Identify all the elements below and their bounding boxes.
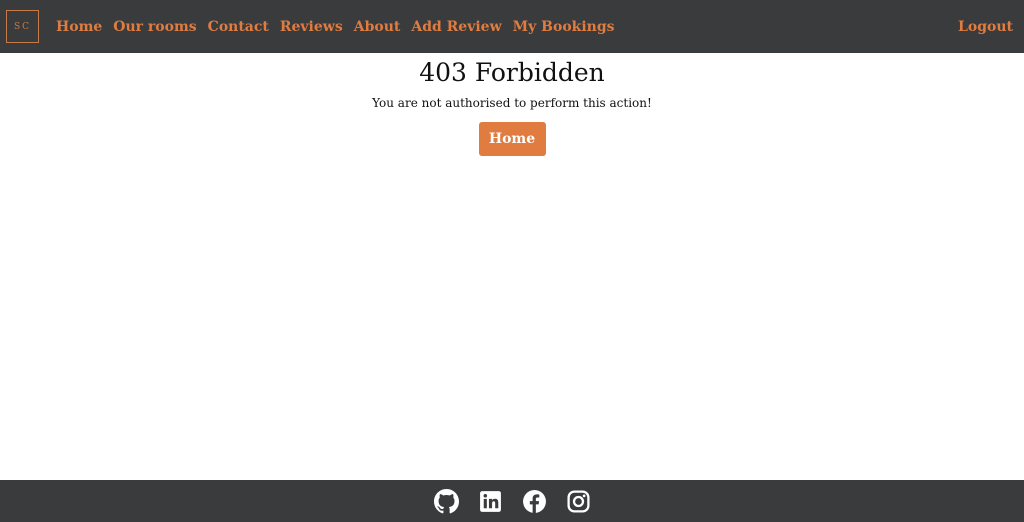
instagram-icon[interactable] (566, 489, 591, 514)
main-content: 403 Forbidden You are not authorised to … (0, 53, 1024, 156)
logo-text: SC (13, 21, 32, 32)
nav-links: Home Our rooms Contact Reviews About Add… (56, 0, 626, 53)
logout-link[interactable]: Logout (958, 0, 1013, 53)
nav-link-home[interactable]: Home (56, 19, 102, 35)
nav-link-contact[interactable]: Contact (208, 19, 269, 35)
page-title: 403 Forbidden (419, 58, 605, 87)
site-logo[interactable]: SC (6, 10, 39, 43)
nav-link-reviews[interactable]: Reviews (280, 19, 343, 35)
nav-link-about[interactable]: About (354, 19, 401, 35)
nav-link-add-review[interactable]: Add Review (411, 19, 501, 35)
nav-link-our-rooms[interactable]: Our rooms (113, 19, 196, 35)
home-button[interactable]: Home (478, 122, 546, 156)
footer (0, 480, 1024, 522)
facebook-icon[interactable] (522, 489, 547, 514)
github-icon[interactable] (433, 488, 459, 514)
linkedin-icon[interactable] (478, 489, 503, 514)
nav-link-my-bookings[interactable]: My Bookings (513, 19, 615, 35)
navbar: SC Home Our rooms Contact Reviews About … (0, 0, 1024, 53)
error-message: You are not authorised to perform this a… (372, 96, 652, 110)
